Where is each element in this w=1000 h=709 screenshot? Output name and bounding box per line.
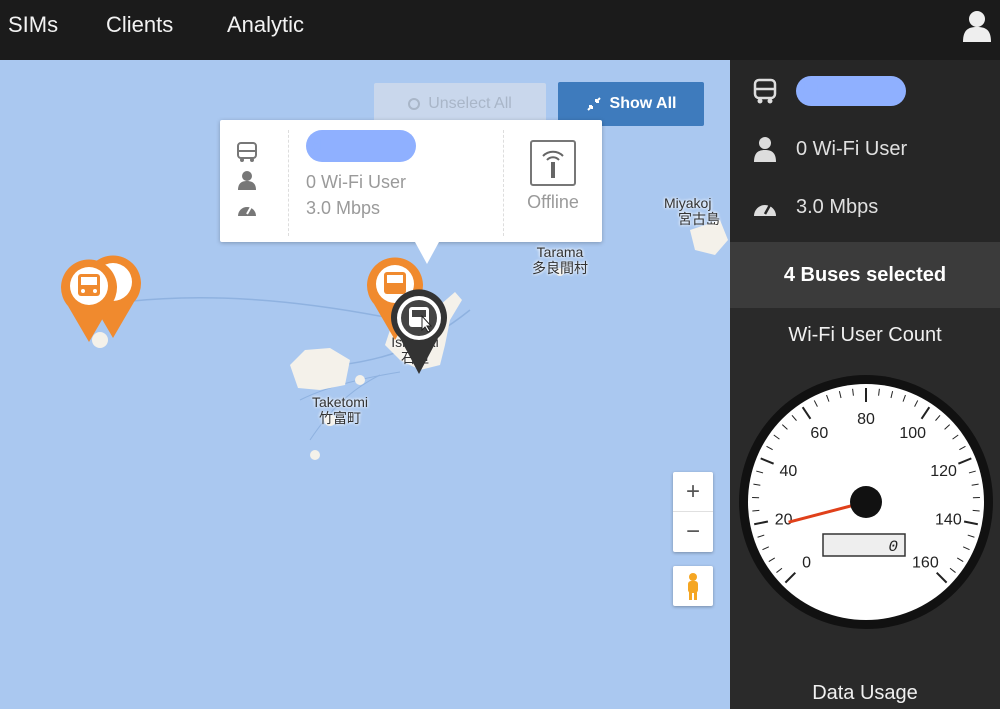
label-miyako: Miyakoj 宮古島 [664,195,730,227]
panel-wifi-row: 0 Wi-Fi User [752,136,907,162]
gauge-tick-label: 60 [810,425,828,442]
gauge-tick [972,509,980,512]
user-icon [754,137,776,162]
label-tarama-jp: 多良間村 [532,260,588,276]
data-usage-title: Data Usage [812,682,918,704]
gauge-tick-label: 160 [912,554,939,571]
bus-marker-selected[interactable] [386,286,452,376]
gauge-hub [850,486,882,518]
gauge-title: Wi-Fi User Count [788,324,942,346]
popup-divider [288,130,289,236]
gauge-tick-label: 140 [935,511,962,528]
popup-wifi-users: 0 Wi-Fi User [306,172,406,192]
top-nav: SIMs Clients Analytic [0,0,1000,60]
label-taketomi-jp: 竹富町 [319,410,361,426]
unselect-icon [408,98,421,110]
bus-info-popup: d 0 Wi-Fi User 3.0 Mbps Offline [220,120,602,264]
bus-detail-panel: d 1 0 Wi-Fi User 3.0 Mbps 4 Buses select… [730,60,1000,709]
gauge-tick-label: 0 [802,554,811,571]
panel-wifi-users: 0 Wi-Fi User [796,137,908,160]
label-tarama-en: Tarama [536,244,584,260]
gauge-tick-label: 80 [857,411,875,428]
gauge-tick-label: 20 [775,511,793,528]
gauge-tick-label: 40 [779,463,797,480]
zoom-in-button[interactable]: + [673,472,713,512]
user-icon[interactable] [962,10,992,42]
unselect-all-label: Unselect All [428,95,512,112]
user-icon [238,171,256,190]
popup-divider [503,130,504,236]
gauge-tick-label: 100 [899,425,926,442]
gauge-readout: 0 [888,538,898,556]
bus-summary: d 1 0 Wi-Fi User 3.0 Mbps [730,60,1000,242]
panel-bandwidth-row: 3.0 Mbps [752,194,878,220]
bus-icon [753,78,777,104]
popup-status: Offline [510,140,596,213]
bus-icon [237,142,257,162]
label-tarama: Tarama 多良間村 [522,244,598,276]
label-miyako-en: Miyakoj [664,195,712,211]
show-all-label: Show All [609,95,677,112]
unselect-all-button[interactable]: Unselect All [374,83,546,125]
compress-icon [586,97,601,111]
gauge-tick [752,509,760,512]
nav-item-clients[interactable]: Clients [106,12,173,38]
nav-item-sims[interactable]: SIMs [8,12,58,38]
label-taketomi: Taketomi 竹富町 [300,394,380,426]
buses-selected-bar: 4 Buses selected [730,242,1000,308]
map[interactable]: Miyakoj 宮古島 Tarama 多良間村 Ishigaki 石垣 Take… [0,60,730,709]
speedometer-icon [238,206,256,216]
pegman-button[interactable] [673,566,713,606]
panel-bus-name: d 1 [796,76,906,106]
zoom-out-button[interactable]: − [673,512,713,552]
label-taketomi-en: Taketomi [311,394,369,410]
nav-item-analytic[interactable]: Analytic [227,12,304,38]
pegman-icon [688,573,698,600]
bus-marker-front[interactable] [56,254,122,344]
label-miyako-jp: 宮古島 [678,211,720,227]
panel-bandwidth: 3.0 Mbps [796,195,879,218]
speedometer-icon [754,204,776,216]
popup-status-text: Offline [527,192,579,212]
gauge-tick-label: 120 [930,463,957,480]
panel-bus-row: d 1 [752,76,906,106]
popup-bus-name: d [306,130,416,162]
wifi-user-gauge: 0 20 40 60 80 100 120 140 160 0 [739,375,993,629]
zoom-control: + − [673,472,713,552]
wifi-router-icon [530,140,576,186]
popup-bandwidth: 3.0 Mbps [306,198,381,218]
